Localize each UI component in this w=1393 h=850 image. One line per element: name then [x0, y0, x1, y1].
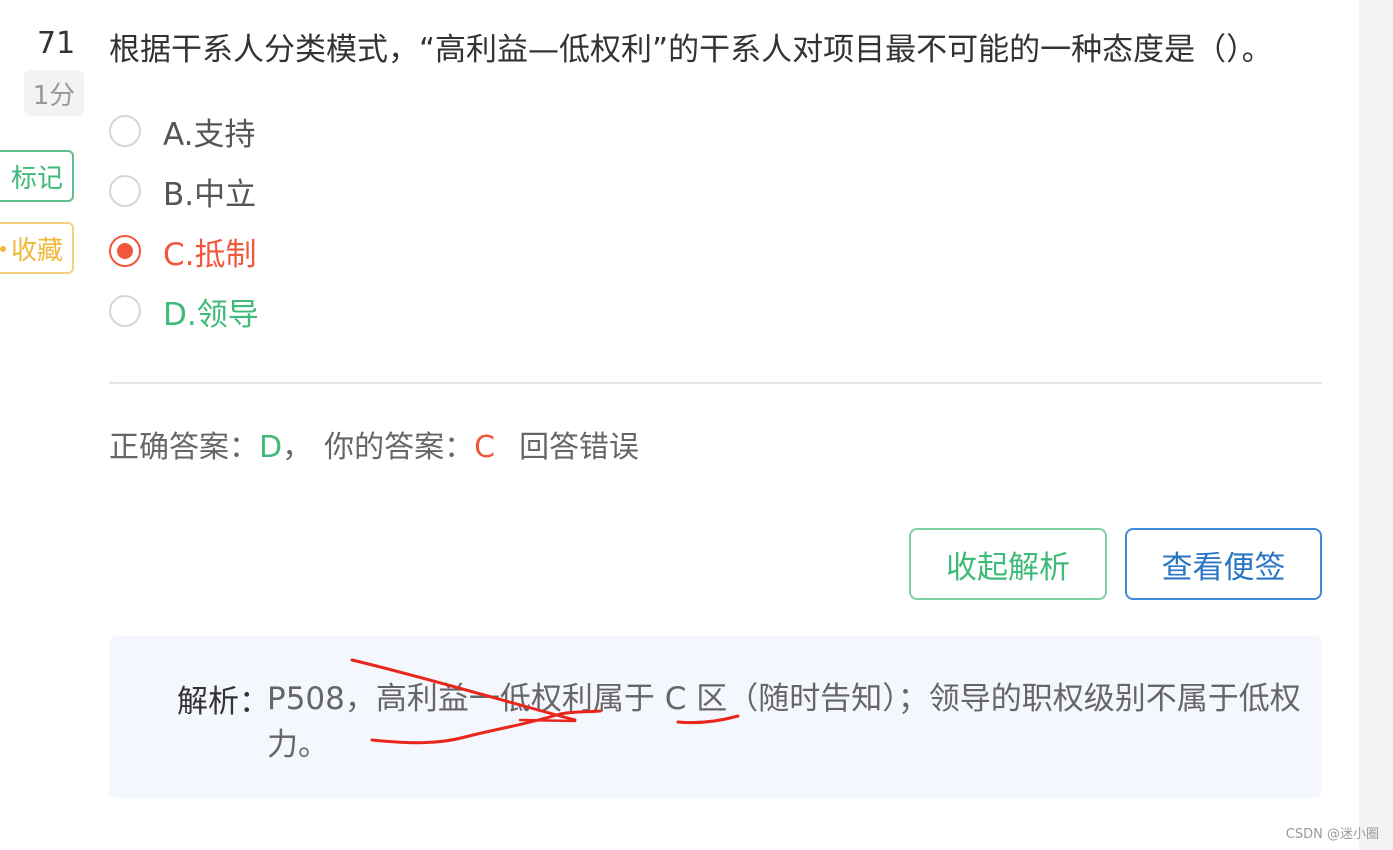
mark-button[interactable]: 标记	[0, 150, 74, 202]
radio-icon[interactable]	[109, 175, 141, 207]
scrollbar-track[interactable]	[1359, 0, 1393, 850]
view-notes-button[interactable]: 查看便签	[1125, 528, 1322, 600]
answer-result: 回答错误	[519, 430, 640, 465]
radio-checked-icon[interactable]	[109, 235, 141, 267]
collapse-analysis-button[interactable]: 收起解析	[909, 528, 1107, 600]
option-label: D.领导	[163, 296, 259, 333]
your-answer-label: 你的答案：	[324, 430, 475, 465]
radio-icon[interactable]	[109, 295, 141, 327]
analysis-text: P508，高利益一低权利属于 C 区（随时告知）；领导的职权级别不属于低权力。	[267, 681, 1301, 763]
answer-separator: ，	[282, 430, 313, 465]
correct-answer-value: D	[259, 430, 283, 465]
question-number: 71	[37, 26, 76, 61]
option-label: B.中立	[163, 176, 257, 213]
analysis-label: 解析：	[177, 684, 270, 720]
analysis-panel: 解析： P508，高利益一低权利属于 C 区（随时告知）；领导的职权级别不属于低…	[109, 636, 1322, 798]
favorite-button[interactable]: 收藏	[0, 222, 74, 274]
option-c[interactable]: C.抵制	[109, 231, 257, 273]
option-label: A.支持	[163, 116, 256, 153]
option-d[interactable]: D.领导	[109, 291, 259, 333]
question-score-badge: 1分	[24, 70, 84, 116]
your-answer-value: C	[474, 430, 496, 465]
option-label: C.抵制	[163, 236, 257, 273]
option-b[interactable]: B.中立	[109, 171, 257, 213]
answer-summary: 正确答案：D， 你的答案：C 回答错误	[109, 422, 639, 466]
option-a[interactable]: A.支持	[109, 111, 256, 153]
radio-icon[interactable]	[109, 115, 141, 147]
divider	[109, 382, 1322, 384]
watermark: CSDN @迷小圈	[1285, 827, 1379, 842]
question-text: 根据干系人分类模式，“高利益—低权利”的干系人对项目最不可能的一种态度是（）。	[109, 32, 1273, 68]
correct-answer-label: 正确答案：	[109, 430, 259, 465]
